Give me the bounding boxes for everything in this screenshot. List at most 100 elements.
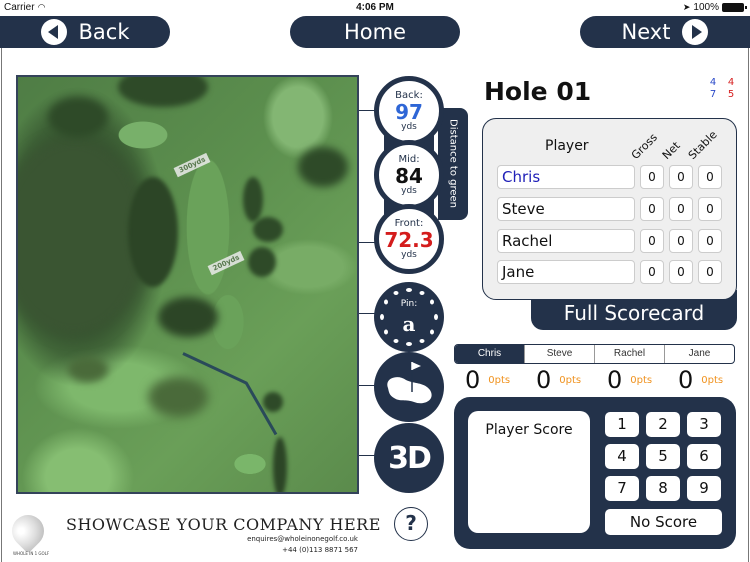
green-view-button[interactable] <box>374 352 444 422</box>
full-scorecard-label: Full Scorecard <box>563 301 705 325</box>
distance-back: Back: 97 yds <box>374 76 444 146</box>
logo-text: WHOLE IN 1 GOLF <box>13 551 50 556</box>
distance-back-label: Back: <box>395 89 423 101</box>
key-4[interactable]: 4 <box>605 444 639 469</box>
hole-stat: 7 <box>709 89 717 100</box>
distance-group: Back: 97 yds Mid: 84 yds Front: 72.3 yds <box>374 76 444 274</box>
key-9[interactable]: 9 <box>687 476 721 501</box>
map-tree <box>243 177 263 222</box>
connector-line <box>359 242 375 243</box>
help-button[interactable]: ? <box>394 507 428 541</box>
map-tree <box>128 177 178 287</box>
player-tab-steve[interactable]: Steve <box>524 345 594 363</box>
3d-label: 3D <box>388 440 432 476</box>
player-name-field[interactable]: Steve <box>497 197 635 221</box>
net-score: 0 <box>669 260 693 284</box>
battery-percent: 100% <box>693 2 719 13</box>
player-pts-value: 0pts <box>701 374 724 386</box>
stable-score: 0 <box>698 260 722 284</box>
keypad-panel: Player Score 1 2 3 4 5 6 7 8 9 No Score <box>454 397 736 549</box>
stable-column-header: Stable <box>685 128 720 162</box>
pin-label: Pin: <box>400 299 418 309</box>
sponsor-email[interactable]: enquires@wholeinonegolf.co.uk <box>247 535 358 543</box>
player-name-field[interactable]: Rachel <box>497 229 635 253</box>
key-3[interactable]: 3 <box>687 412 721 437</box>
map-tree <box>253 217 283 242</box>
key-2[interactable]: 2 <box>646 412 680 437</box>
sponsor-phone[interactable]: +44 (0)113 8871 567 <box>282 546 358 554</box>
distance-back-unit: yds <box>401 121 417 132</box>
player-name-field[interactable]: Chris <box>497 165 635 189</box>
player-score-value: 0 <box>678 366 694 394</box>
3d-view-button[interactable]: 3D <box>374 423 444 493</box>
player-points: 0 0pts <box>600 366 671 394</box>
back-button[interactable]: Back <box>0 16 170 48</box>
map-tree <box>68 357 108 382</box>
battery-icon <box>722 3 747 12</box>
key-7[interactable]: 7 <box>605 476 639 501</box>
hole-stat: 5 <box>727 89 735 100</box>
sponsor-banner[interactable]: SHOWCASE YOUR COMPANY HERE <box>66 515 381 534</box>
gross-column-header: Gross <box>628 130 660 162</box>
net-score: 0 <box>669 229 693 253</box>
player-tab-jane[interactable]: Jane <box>664 345 734 363</box>
pin-button[interactable]: Pin: a <box>374 282 444 352</box>
distance-tab-label: Distance to green <box>447 119 459 209</box>
map-tree <box>158 297 218 337</box>
points-row: 0 0pts 0 0pts 0 0pts 0 0pts <box>458 366 743 394</box>
scorecard-row: Rachel 0 0 0 <box>497 229 725 253</box>
player-tabs: Chris Steve Rachel Jane <box>454 344 735 364</box>
gross-score: 0 <box>640 165 664 189</box>
player-score-value: 0 <box>465 366 481 394</box>
player-name-field[interactable]: Jane <box>497 260 635 284</box>
scorecard-row: Jane 0 0 0 <box>497 260 725 284</box>
player-pts-value: 0pts <box>488 374 511 386</box>
map-yardage-marker: 200yds <box>207 250 245 276</box>
status-right: ➤ 100% <box>682 2 747 13</box>
key-6[interactable]: 6 <box>687 444 721 469</box>
next-button[interactable]: Next <box>580 16 750 48</box>
player-points: 0 0pts <box>458 366 529 394</box>
distance-mid: Mid: 84 yds <box>374 140 444 210</box>
distance-back-value: 97 <box>395 99 423 124</box>
player-tab-rachel[interactable]: Rachel <box>594 345 664 363</box>
next-label: Next <box>621 20 671 44</box>
stable-score: 0 <box>698 197 722 221</box>
hole-map[interactable]: 300yds 200yds <box>16 75 359 494</box>
status-bar: Carrier ◠ 4:06 PM ➤ 100% <box>0 0 750 16</box>
player-column-header: Player <box>545 138 589 154</box>
status-time: 4:06 PM <box>356 2 394 13</box>
gross-score: 0 <box>640 260 664 284</box>
location-arrow-icon: ➤ <box>682 2 691 12</box>
back-label: Back <box>78 20 130 44</box>
scorecard-row: Steve 0 0 0 <box>497 197 725 221</box>
net-score: 0 <box>669 197 693 221</box>
hole-title: Hole 01 <box>484 77 592 106</box>
player-points: 0 0pts <box>671 366 742 394</box>
distance-mid-value: 84 <box>395 163 423 188</box>
home-button[interactable]: Home <box>290 16 460 48</box>
player-score-label: Player Score <box>485 422 573 438</box>
map-tree <box>263 392 283 412</box>
player-points: 0 0pts <box>529 366 600 394</box>
frame-right-border <box>748 48 749 562</box>
map-tree <box>248 247 276 277</box>
net-column-header: Net <box>659 139 683 162</box>
back-arrow-icon <box>40 19 67 45</box>
distance-mid-label: Mid: <box>398 153 420 165</box>
home-label: Home <box>343 20 406 44</box>
key-5[interactable]: 5 <box>646 444 680 469</box>
net-score: 0 <box>669 165 693 189</box>
hole-stat: 4 <box>709 77 717 88</box>
no-score-button[interactable]: No Score <box>605 509 722 535</box>
connector-line <box>359 455 375 456</box>
key-8[interactable]: 8 <box>646 476 680 501</box>
distance-mid-unit: yds <box>401 185 417 196</box>
player-tab-chris[interactable]: Chris <box>455 345 524 363</box>
key-1[interactable]: 1 <box>605 412 639 437</box>
gross-score: 0 <box>640 229 664 253</box>
stable-score: 0 <box>698 229 722 253</box>
scorecard-row: Chris 0 0 0 <box>497 165 725 189</box>
pin-value: a <box>402 312 416 336</box>
hole-stats: 4 4 7 5 <box>704 77 740 100</box>
